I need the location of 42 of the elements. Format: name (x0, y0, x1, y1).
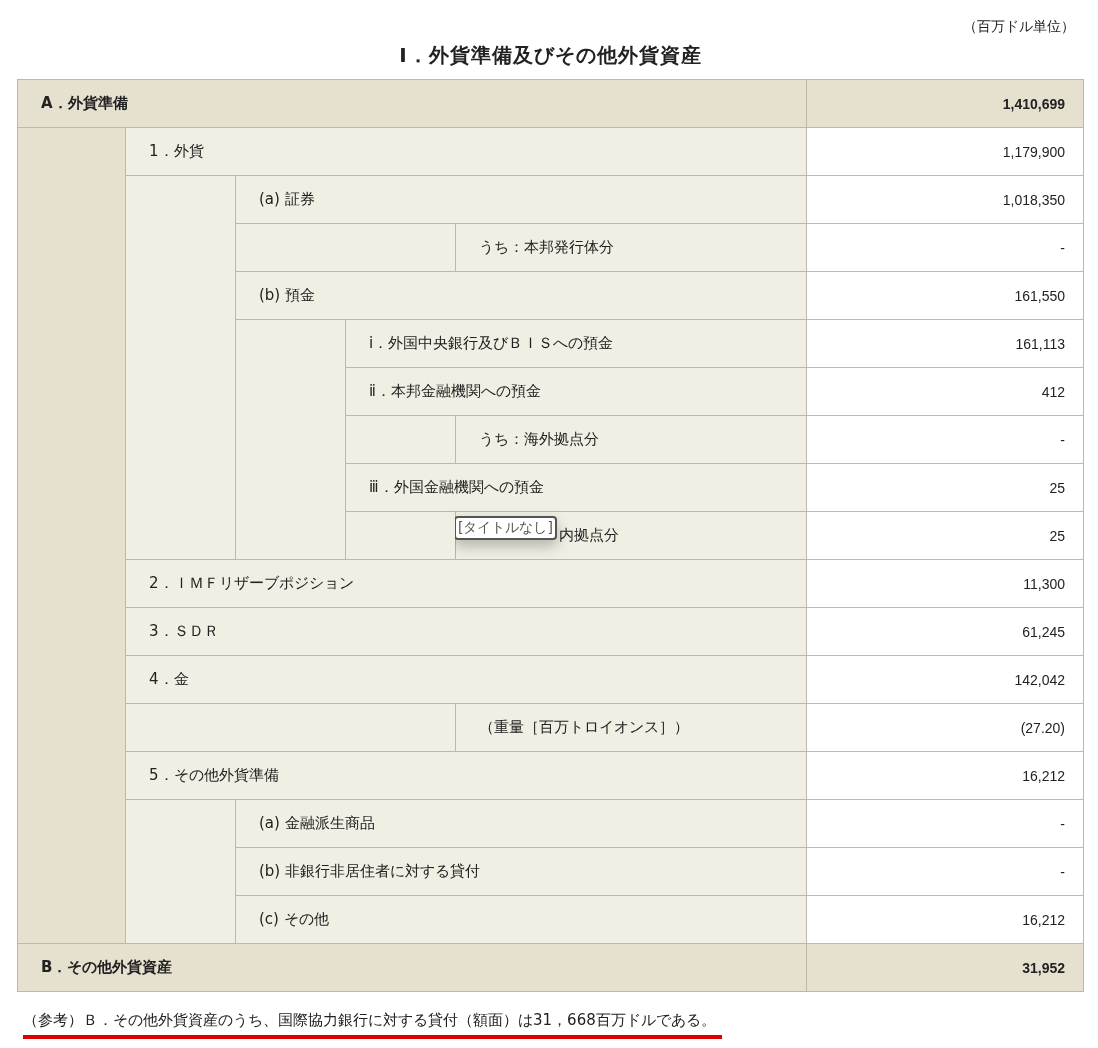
value-cell: - (807, 224, 1083, 271)
value-cell: 161,550 (807, 272, 1083, 319)
value-cell: 61,245 (807, 608, 1083, 655)
row-label: うち：海外拠点分 (479, 430, 599, 449)
row-label: （重量［百万トロイオンス］） (479, 718, 689, 737)
row-label: (b) 非銀行非居住者に対する貸付 (259, 862, 480, 881)
row-label: (a) 証券 (259, 190, 315, 209)
value-cell: 1,410,699 (807, 80, 1083, 127)
value-cell: - (807, 800, 1083, 847)
value-cell: 16,212 (807, 896, 1083, 943)
row-label: 4．金 (149, 670, 189, 689)
value-cell: 31,952 (807, 944, 1083, 991)
value-cell: 1,179,900 (807, 128, 1083, 175)
row-label: 3．ＳＤＲ (149, 622, 219, 641)
row-label: ⅲ．外国金融機関への預金 (369, 478, 544, 497)
tooltip: [タイトルなし] (454, 516, 557, 540)
row-label: ⅱ．本邦金融機関への預金 (369, 382, 541, 401)
value-cell: - (807, 848, 1083, 895)
row-label: 1．外貨 (149, 142, 204, 161)
value-cell: 161,113 (807, 320, 1083, 367)
value-cell: 412 (807, 368, 1083, 415)
value-cell: 11,300 (807, 560, 1083, 607)
footnote: （参考）Ｂ．その他外貨資産のうち、国際協力銀行に対する貸付（額面）は31，668百万ドルである。 (23, 1011, 722, 1039)
row-label: (b) 預金 (259, 286, 315, 305)
value-cell: 25 (807, 464, 1083, 511)
row-label: (a) 金融派生商品 (259, 814, 375, 833)
value-cell: - (807, 416, 1083, 463)
value-cell: 16,212 (807, 752, 1083, 799)
row-label: うち：本邦発行体分 (479, 238, 614, 257)
table-title: Ⅰ．外貨準備及びその他外貨資産 (398, 42, 703, 69)
row-label: (c) その他 (259, 910, 329, 929)
row-label: 2．ＩＭＦリザーブポジション (149, 574, 354, 593)
value-cell: 25 (807, 512, 1083, 559)
value-cell: (27.20) (807, 704, 1083, 751)
row-label: 内拠点分 (559, 526, 619, 545)
row-label: A．外貨準備 (41, 94, 128, 113)
value-cell: 1,018,350 (807, 176, 1083, 223)
row-label: 5．その他外貨準備 (149, 766, 279, 785)
unit-label: （百万ドル単位） (962, 18, 1076, 36)
row-label: B．その他外貨資産 (41, 958, 173, 977)
row-label: ⅰ．外国中央銀行及びＢＩＳへの預金 (369, 334, 614, 353)
value-cell: 142,042 (807, 656, 1083, 703)
